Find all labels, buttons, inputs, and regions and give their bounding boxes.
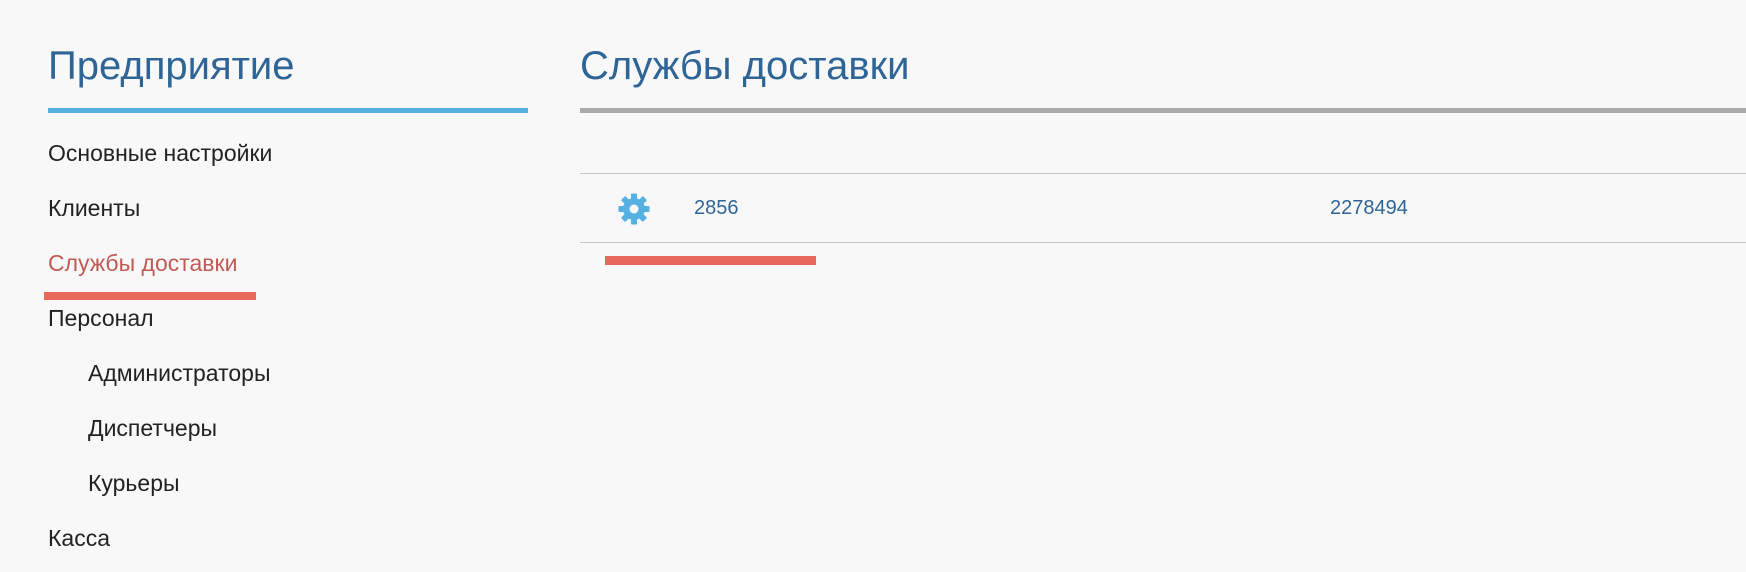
delivery-service-code-link[interactable]: 2278494 [1330, 194, 1408, 222]
page-title: Службы доставки [580, 44, 910, 88]
sidebar-title: Предприятие [48, 44, 295, 88]
page-title-divider [580, 108, 1746, 113]
nav-item-cash-desk[interactable]: Касса [48, 523, 110, 553]
delivery-services-table: 2856 2278494 [580, 173, 1746, 243]
nav-item-couriers[interactable]: Курьеры [88, 468, 180, 498]
gear-icon-graphic [618, 193, 650, 225]
nav-item-delivery-services[interactable]: Службы доставки [48, 248, 237, 278]
gear-icon[interactable] [617, 192, 651, 226]
nav-item-administrators[interactable]: Администраторы [88, 358, 270, 388]
active-item-highlight [44, 292, 256, 300]
sidebar-title-divider [48, 108, 528, 113]
nav-item-dispatchers[interactable]: Диспетчеры [88, 413, 217, 443]
nav-item-clients[interactable]: Клиенты [48, 193, 140, 223]
table-row: 2856 2278494 [580, 173, 1746, 243]
nav-item-staff[interactable]: Персонал [48, 303, 154, 333]
delivery-service-id-link[interactable]: 2856 [694, 194, 739, 222]
row-highlight [605, 256, 816, 265]
nav-item-main-settings[interactable]: Основные настройки [48, 138, 272, 168]
